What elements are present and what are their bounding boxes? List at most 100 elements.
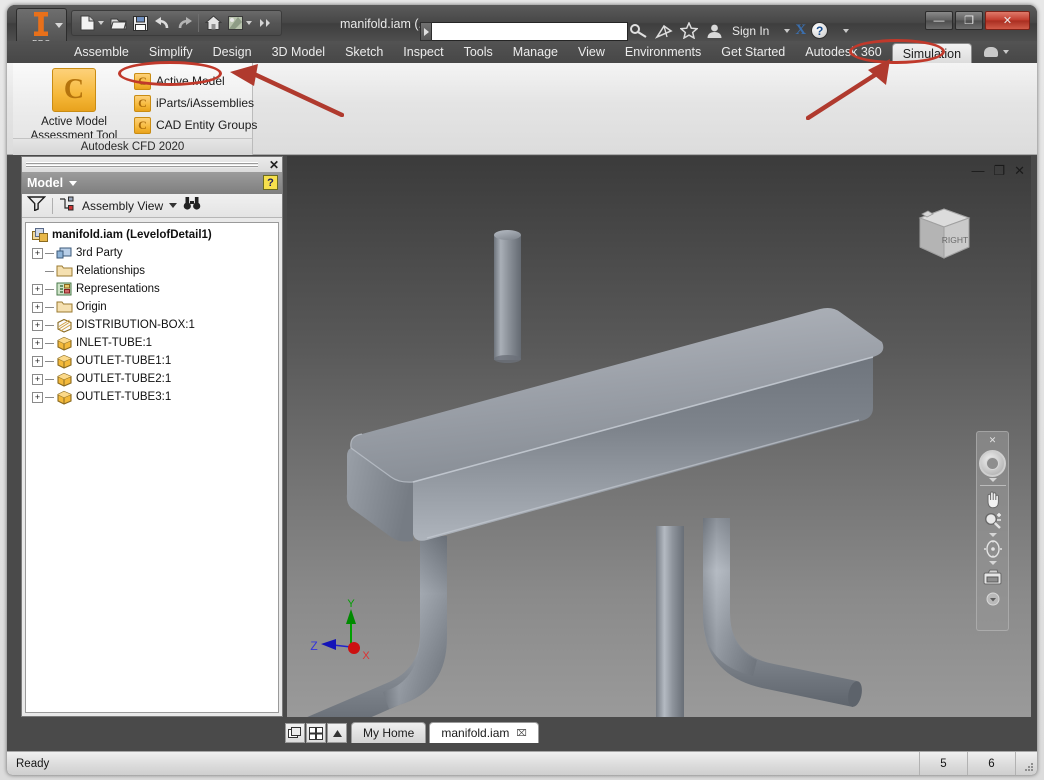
save-icon[interactable] (129, 12, 151, 34)
tree-item-root[interactable]: manifold.iam (LevelofDetail1) (26, 226, 278, 244)
orbit-icon[interactable] (979, 538, 1007, 560)
browser-close-icon[interactable]: ✕ (266, 158, 282, 172)
undo-icon[interactable] (151, 12, 173, 34)
expand-icon[interactable]: + (32, 373, 43, 385)
browser-help-icon[interactable]: ? (263, 175, 278, 190)
filter-funnel-icon[interactable] (26, 195, 47, 216)
tree-item-outlet-tube1[interactable]: + OUTLET-TUBE1:1 (26, 352, 278, 370)
redo-icon[interactable] (173, 12, 195, 34)
navigation-bar[interactable]: ✕ (976, 431, 1009, 631)
iparts-iassemblies-button[interactable]: C iParts/iAssemblies (131, 92, 260, 114)
viewport-restore-button[interactable]: ❐ (993, 164, 1005, 177)
assembly-view-label[interactable]: Assembly View (82, 199, 163, 213)
active-model-assessment-tool-button[interactable]: C Active Model Assessment Tool (19, 68, 129, 143)
tab-manage[interactable]: Manage (503, 41, 568, 63)
tree-item-label: manifold.iam (LevelofDetail1) (52, 229, 212, 241)
browser-dropdown-icon[interactable] (69, 180, 78, 186)
appearance-icon[interactable] (224, 12, 246, 34)
close-button[interactable]: ✕ (985, 11, 1030, 30)
zoom-dropdown-icon[interactable] (988, 533, 997, 537)
user-account-icon[interactable] (704, 20, 724, 41)
new-file-dropdown-icon[interactable] (98, 21, 104, 25)
tree-item-origin[interactable]: + Origin (26, 298, 278, 316)
browser-title-bar: Model ? (22, 172, 282, 194)
expand-icon[interactable]: + (32, 337, 43, 349)
help-dropdown-icon[interactable] (843, 28, 850, 33)
resize-grip-icon[interactable] (1015, 752, 1037, 775)
new-file-icon[interactable] (76, 12, 98, 34)
navbar-close-icon[interactable]: ✕ (989, 435, 997, 446)
sign-in-label[interactable]: Sign In (732, 24, 769, 38)
tree-item-inlet-tube[interactable]: + INLET-TUBE:1 (26, 334, 278, 352)
search-expand-button[interactable] (420, 22, 432, 41)
tab-scroll-up-icon[interactable] (327, 723, 347, 743)
expand-icon[interactable]: + (32, 301, 43, 313)
doc-tab-manifold[interactable]: manifold.iam ⌧ (429, 722, 539, 743)
tab-design[interactable]: Design (203, 41, 262, 63)
tab-simplify[interactable]: Simplify (139, 41, 203, 63)
help-icon[interactable]: ? (811, 22, 829, 39)
assembly-view-dropdown-icon[interactable] (169, 203, 178, 208)
tab-view[interactable]: View (568, 41, 615, 63)
appearance-dropdown-icon[interactable] (246, 21, 252, 25)
tab-3d-model[interactable]: 3D Model (262, 41, 336, 63)
tab-autodesk-360[interactable]: Autodesk 360 (795, 41, 891, 63)
satellite-icon[interactable] (654, 20, 674, 41)
expand-icon[interactable]: + (32, 355, 43, 367)
tab-inspect[interactable]: Inspect (393, 41, 453, 63)
look-camera-icon[interactable] (979, 566, 1007, 588)
tab-environments[interactable]: Environments (615, 41, 711, 63)
tree-item-representations[interactable]: + Representations (26, 280, 278, 298)
open-file-icon[interactable] (107, 12, 129, 34)
viewport-minimize-button[interactable]: — (971, 164, 984, 177)
maximize-button[interactable]: ❐ (955, 11, 983, 30)
doc-tab-my-home[interactable]: My Home (351, 722, 427, 743)
tab-sketch[interactable]: Sketch (335, 41, 393, 63)
browser-toolbar: Assembly View (22, 194, 282, 218)
tree-item-distribution-box[interactable]: + DISTRIBUTION-BOX:1 (26, 316, 278, 334)
tab-assemble[interactable]: Assemble (64, 41, 139, 63)
minimize-button[interactable]: — (925, 11, 953, 30)
model-tree[interactable]: manifold.iam (LevelofDetail1) + 3rd Part… (25, 222, 279, 713)
cascade-windows-icon[interactable] (285, 723, 305, 743)
tab-tools[interactable]: Tools (454, 41, 503, 63)
search-key-icon[interactable] (629, 20, 649, 41)
inventor-application-window: PRO (0, 0, 1044, 780)
ribbon-display-dropdown-icon[interactable] (1003, 50, 1010, 54)
steering-wheel-dropdown-icon[interactable] (988, 478, 997, 482)
expand-icon[interactable]: + (32, 283, 43, 295)
binoculars-find-icon[interactable] (183, 196, 201, 216)
autodesk-exchange-icon[interactable]: X (795, 22, 806, 39)
zoom-magnifier-icon[interactable] (979, 510, 1007, 532)
expand-icon[interactable]: + (32, 319, 43, 331)
steering-wheel-icon[interactable] (979, 450, 1006, 477)
orbit-dropdown-icon[interactable] (988, 561, 997, 565)
tab-get-started[interactable]: Get Started (711, 41, 795, 63)
star-icon[interactable] (679, 20, 699, 41)
graphics-viewport[interactable]: — ❐ ✕ RIGHT ✕ Y Z X (287, 156, 1031, 717)
expand-icon[interactable]: + (32, 391, 43, 403)
minimize-ribbon-control[interactable] (984, 41, 1010, 63)
browser-drag-grip[interactable]: ✕ (22, 157, 282, 172)
tree-item-label: OUTLET-TUBE2:1 (76, 373, 172, 385)
cad-entity-groups-button[interactable]: C CAD Entity Groups (131, 114, 260, 136)
ribbon-tab-bar: Assemble Simplify Design 3D Model Sketch… (7, 41, 1037, 63)
tree-item-label: INLET-TUBE:1 (76, 337, 153, 349)
active-model-button[interactable]: C Active Model (131, 70, 260, 92)
tree-item-relationships[interactable]: Relationships (26, 262, 278, 280)
tree-item-outlet-tube3[interactable]: + OUTLET-TUBE3:1 (26, 388, 278, 406)
viewport-close-button[interactable]: ✕ (1014, 164, 1025, 177)
tab-simulation[interactable]: Simulation (891, 43, 973, 63)
home-icon[interactable] (202, 12, 224, 34)
tree-item-outlet-tube2[interactable]: + OUTLET-TUBE2:1 (26, 370, 278, 388)
viewcube-icon[interactable]: RIGHT (911, 201, 977, 267)
tile-windows-icon[interactable] (306, 723, 326, 743)
doc-tab-close-icon[interactable]: ⌧ (516, 728, 526, 739)
sign-in-dropdown-icon[interactable] (784, 28, 791, 33)
more-commands-icon[interactable] (255, 12, 277, 34)
search-input[interactable] (432, 23, 627, 40)
pan-hand-icon[interactable] (979, 488, 1007, 510)
expand-icon[interactable]: + (32, 247, 43, 259)
nav-options-icon[interactable] (979, 588, 1007, 610)
tree-item-3rd-party[interactable]: + 3rd Party (26, 244, 278, 262)
